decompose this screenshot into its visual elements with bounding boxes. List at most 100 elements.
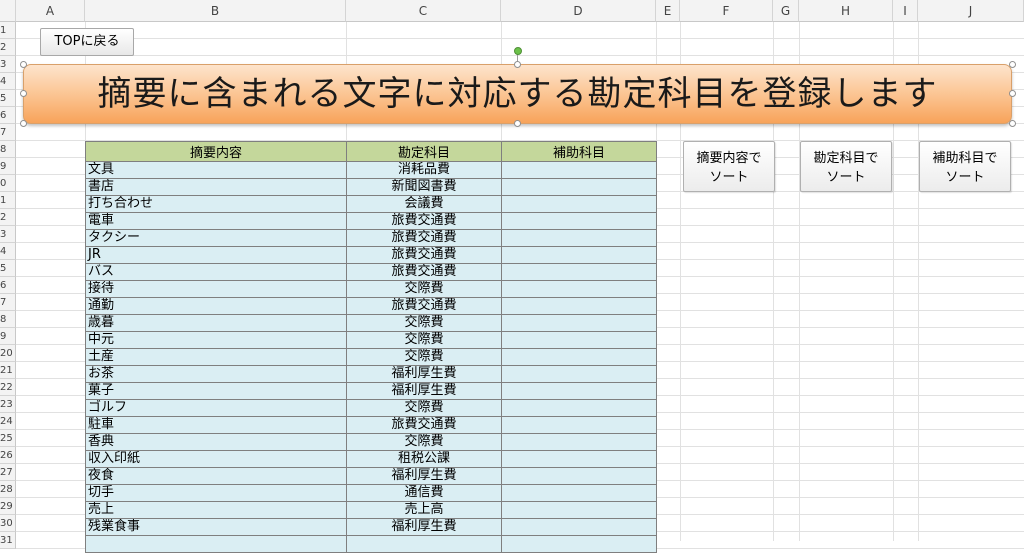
summary-cell[interactable]: 接待 (85, 280, 347, 298)
header-account[interactable]: 勘定科目 (346, 141, 502, 162)
row-header[interactable]: 21 (0, 362, 16, 379)
sub-account-cell[interactable] (501, 297, 657, 315)
row-header[interactable]: 4 (0, 243, 16, 260)
summary-cell[interactable]: 歳暮 (85, 314, 347, 332)
row-header[interactable]: 3 (0, 56, 16, 73)
column-header[interactable]: E (656, 0, 680, 22)
summary-cell[interactable]: 売上 (85, 501, 347, 519)
sub-account-cell[interactable] (501, 212, 657, 230)
summary-cell[interactable]: 残業食事 (85, 518, 347, 536)
sub-account-cell[interactable] (501, 382, 657, 400)
row-header[interactable]: 9 (0, 158, 16, 175)
resize-handle-icon[interactable] (20, 90, 27, 97)
summary-cell[interactable]: 中元 (85, 331, 347, 349)
account-cell[interactable]: 新聞図書費 (346, 178, 502, 196)
sub-account-cell[interactable] (501, 348, 657, 366)
column-header[interactable]: B (85, 0, 346, 22)
account-cell[interactable]: 旅費交通費 (346, 229, 502, 247)
row-header[interactable]: 30 (0, 515, 16, 532)
row-header[interactable]: 1 (0, 22, 16, 39)
account-cell[interactable]: 旅費交通費 (346, 297, 502, 315)
row-header[interactable]: 28 (0, 481, 16, 498)
summary-cell[interactable]: 書店 (85, 178, 347, 196)
summary-cell[interactable]: 香典 (85, 433, 347, 451)
row-header[interactable]: 4 (0, 73, 16, 90)
column-header[interactable]: J (918, 0, 1024, 22)
summary-cell[interactable]: ゴルフ (85, 399, 347, 417)
sub-account-cell[interactable] (501, 365, 657, 383)
row-header[interactable]: 22 (0, 379, 16, 396)
account-cell[interactable]: 租税公課 (346, 450, 502, 468)
column-header[interactable]: I (893, 0, 918, 22)
account-cell[interactable]: 旅費交通費 (346, 263, 502, 281)
row-header[interactable]: 6 (0, 107, 16, 124)
row-header[interactable]: 3 (0, 226, 16, 243)
sub-account-cell[interactable] (501, 450, 657, 468)
account-cell[interactable]: 消耗品費 (346, 161, 502, 179)
row-header[interactable]: 9 (0, 328, 16, 345)
row-header[interactable]: 29 (0, 498, 16, 515)
summary-cell[interactable]: 文具 (85, 161, 347, 179)
row-header[interactable]: 23 (0, 396, 16, 413)
sub-account-cell[interactable] (501, 535, 657, 553)
row-header[interactable]: 2 (0, 39, 16, 56)
account-cell[interactable]: 売上高 (346, 501, 502, 519)
row-header[interactable]: 7 (0, 124, 16, 141)
column-header[interactable]: C (346, 0, 501, 22)
column-header[interactable]: G (773, 0, 799, 22)
summary-cell[interactable]: 駐車 (85, 416, 347, 434)
sub-account-cell[interactable] (501, 501, 657, 519)
resize-handle-icon[interactable] (1009, 90, 1016, 97)
account-cell[interactable]: 通信費 (346, 484, 502, 502)
header-sub-account[interactable]: 補助科目 (501, 141, 657, 162)
summary-cell[interactable]: 収入印紙 (85, 450, 347, 468)
account-cell[interactable]: 交際費 (346, 314, 502, 332)
account-cell[interactable]: 福利厚生費 (346, 382, 502, 400)
account-cell[interactable] (346, 535, 502, 553)
sub-account-cell[interactable] (501, 263, 657, 281)
account-cell[interactable]: 会議費 (346, 195, 502, 213)
sub-account-cell[interactable] (501, 280, 657, 298)
account-cell[interactable]: 交際費 (346, 280, 502, 298)
select-all-corner[interactable] (0, 0, 16, 22)
sub-account-cell[interactable] (501, 433, 657, 451)
row-header[interactable]: 6 (0, 277, 16, 294)
rotation-handle-icon[interactable] (514, 47, 522, 55)
sub-account-cell[interactable] (501, 518, 657, 536)
account-cell[interactable]: 旅費交通費 (346, 246, 502, 264)
summary-cell[interactable]: 菓子 (85, 382, 347, 400)
sub-account-cell[interactable] (501, 161, 657, 179)
sub-account-cell[interactable] (501, 229, 657, 247)
row-header[interactable]: 25 (0, 430, 16, 447)
sub-account-cell[interactable] (501, 331, 657, 349)
account-cell[interactable]: 旅費交通費 (346, 416, 502, 434)
summary-cell[interactable]: 夜食 (85, 467, 347, 485)
row-header[interactable]: 5 (0, 90, 16, 107)
sort-by-summary-button[interactable]: 摘要内容で ソート (683, 141, 775, 192)
summary-cell[interactable]: 通勤 (85, 297, 347, 315)
account-cell[interactable]: 福利厚生費 (346, 365, 502, 383)
sub-account-cell[interactable] (501, 178, 657, 196)
row-header[interactable]: 24 (0, 413, 16, 430)
summary-cell[interactable]: バス (85, 263, 347, 281)
header-summary[interactable]: 摘要内容 (85, 141, 347, 162)
resize-handle-icon[interactable] (20, 61, 27, 68)
sort-by-sub-account-button[interactable]: 補助科目で ソート (919, 141, 1011, 192)
summary-cell[interactable]: タクシー (85, 229, 347, 247)
summary-cell[interactable]: 電車 (85, 212, 347, 230)
summary-cell[interactable]: お茶 (85, 365, 347, 383)
row-header[interactable]: 2 (0, 209, 16, 226)
row-header[interactable]: 7 (0, 294, 16, 311)
column-header[interactable]: H (799, 0, 893, 22)
account-cell[interactable]: 福利厚生費 (346, 467, 502, 485)
row-header[interactable]: 20 (0, 345, 16, 362)
column-header[interactable]: F (680, 0, 773, 22)
row-header[interactable]: 1 (0, 192, 16, 209)
column-header[interactable]: D (501, 0, 656, 22)
row-header[interactable]: 8 (0, 141, 16, 158)
summary-cell[interactable]: 打ち合わせ (85, 195, 347, 213)
resize-handle-icon[interactable] (514, 120, 521, 127)
row-header[interactable]: 8 (0, 311, 16, 328)
account-cell[interactable]: 福利厚生費 (346, 518, 502, 536)
account-cell[interactable]: 交際費 (346, 331, 502, 349)
